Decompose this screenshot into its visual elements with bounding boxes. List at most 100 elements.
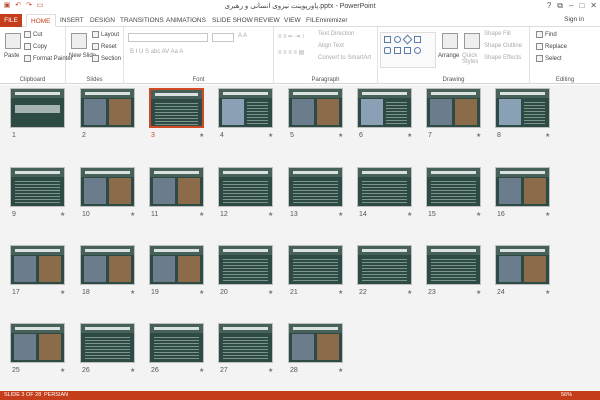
slide-thumbnail[interactable]	[80, 167, 135, 207]
slide-thumbnail[interactable]	[10, 88, 65, 128]
slide-thumbnail[interactable]	[288, 245, 343, 285]
diamond-shape-icon[interactable]	[402, 34, 413, 45]
reset-button[interactable]: Reset	[92, 43, 117, 50]
slide-thumbnail[interactable]	[149, 88, 204, 128]
font-size-box[interactable]	[212, 33, 234, 42]
tab-home[interactable]: HOME	[26, 14, 56, 27]
quick-styles-icon[interactable]	[464, 33, 480, 49]
oval-shape-icon[interactable]	[394, 36, 401, 43]
close-icon[interactable]: ✕	[590, 1, 597, 11]
rectangle-shape-icon[interactable]	[384, 36, 391, 43]
arrange-icon[interactable]	[442, 33, 458, 49]
transition-star-icon[interactable]: ★	[338, 367, 343, 374]
slide-thumbnail[interactable]	[426, 245, 481, 285]
tab-review[interactable]: REVIEW	[250, 14, 284, 27]
slide-thumbnail[interactable]	[149, 323, 204, 363]
maximize-icon[interactable]: □	[579, 1, 584, 11]
slide-thumbnail[interactable]	[80, 323, 135, 363]
convert-smartart-button[interactable]: Convert to SmartArt	[318, 55, 371, 61]
transition-star-icon[interactable]: ★	[338, 289, 343, 296]
slide-thumbnail[interactable]	[288, 323, 343, 363]
slide-thumbnail[interactable]	[357, 167, 412, 207]
transition-star-icon[interactable]: ★	[130, 367, 135, 374]
line-shape-icon[interactable]	[404, 47, 411, 54]
rounded-rect-shape-icon[interactable]	[384, 47, 391, 54]
slide-thumbnail[interactable]	[426, 167, 481, 207]
slide-thumbnail[interactable]	[10, 167, 65, 207]
arrange-button[interactable]: Arrange	[438, 53, 459, 59]
shape-outline-button[interactable]: Shape Outline	[484, 43, 522, 49]
shape-fill-button[interactable]: Shape Fill	[484, 31, 511, 37]
layout-button[interactable]: Layout	[92, 31, 119, 38]
slide-thumbnail[interactable]	[149, 245, 204, 285]
paste-icon[interactable]	[5, 33, 21, 49]
transition-star-icon[interactable]: ★	[60, 367, 65, 374]
font-name-box[interactable]	[128, 33, 208, 42]
transition-star-icon[interactable]: ★	[199, 367, 204, 374]
transition-star-icon[interactable]: ★	[60, 289, 65, 296]
slide-thumbnail[interactable]	[218, 245, 273, 285]
slide-thumbnail[interactable]	[495, 167, 550, 207]
slide-thumbnail[interactable]	[80, 245, 135, 285]
arrow-shape-icon[interactable]	[394, 47, 401, 54]
copy-button[interactable]: Copy	[24, 43, 47, 50]
slide-thumbnail[interactable]	[218, 323, 273, 363]
textbox-shape-icon[interactable]	[414, 36, 421, 43]
transition-star-icon[interactable]: ★	[130, 211, 135, 218]
slide-thumbnail[interactable]	[218, 167, 273, 207]
tab-design[interactable]: DESIGN	[86, 14, 119, 27]
transition-star-icon[interactable]: ★	[476, 132, 481, 139]
minimize-icon[interactable]: –	[569, 1, 573, 11]
slide-thumbnail[interactable]	[495, 245, 550, 285]
transition-star-icon[interactable]: ★	[407, 132, 412, 139]
slide-thumbnail[interactable]	[426, 88, 481, 128]
transition-star-icon[interactable]: ★	[199, 289, 204, 296]
shape-effects-button[interactable]: Shape Effects	[484, 55, 521, 61]
tab-fileminimizer[interactable]: FILEminimizer	[302, 14, 352, 27]
transition-star-icon[interactable]: ★	[199, 211, 204, 218]
transition-star-icon[interactable]: ★	[268, 289, 273, 296]
slide-thumbnail[interactable]	[10, 245, 65, 285]
slide-thumbnail[interactable]	[357, 245, 412, 285]
align-text-button[interactable]: Align Text	[318, 43, 344, 49]
transition-star-icon[interactable]: ★	[199, 132, 204, 139]
list-buttons[interactable]: ≡ ≡ ⇤ ⇥ ↕	[278, 33, 305, 40]
transition-star-icon[interactable]: ★	[60, 211, 65, 218]
transition-star-icon[interactable]: ★	[545, 211, 550, 218]
transition-star-icon[interactable]: ★	[476, 211, 481, 218]
slide-thumbnail[interactable]	[149, 167, 204, 207]
replace-button[interactable]: Replace	[536, 43, 567, 50]
cut-button[interactable]: Cut	[24, 31, 42, 38]
font-format-buttons[interactable]: B I U S abc AV Aa A	[130, 49, 183, 55]
find-button[interactable]: Find	[536, 31, 557, 38]
section-button[interactable]: Section	[92, 55, 121, 62]
sign-in-link[interactable]: Sign in	[564, 16, 584, 23]
tab-file[interactable]: FILE	[0, 14, 22, 27]
transition-star-icon[interactable]: ★	[268, 132, 273, 139]
select-button[interactable]: Select	[536, 55, 562, 62]
transition-star-icon[interactable]: ★	[476, 289, 481, 296]
transition-star-icon[interactable]: ★	[407, 289, 412, 296]
paste-button[interactable]: Paste	[4, 53, 19, 59]
new-slide-icon[interactable]	[71, 33, 87, 49]
tab-view[interactable]: VIEW	[280, 14, 305, 27]
transition-star-icon[interactable]: ★	[268, 211, 273, 218]
transition-star-icon[interactable]: ★	[407, 211, 412, 218]
slide-thumbnail[interactable]	[357, 88, 412, 128]
slide-thumbnail[interactable]	[495, 88, 550, 128]
tab-insert[interactable]: INSERT	[56, 14, 88, 27]
transition-star-icon[interactable]: ★	[338, 132, 343, 139]
tab-animations[interactable]: ANIMATIONS	[162, 14, 210, 27]
zoom-level[interactable]: 56%	[561, 391, 572, 400]
quick-styles-button[interactable]: Quick Styles	[462, 53, 482, 65]
transition-star-icon[interactable]: ★	[545, 132, 550, 139]
text-direction-button[interactable]: Text Direction	[318, 31, 354, 37]
transition-star-icon[interactable]: ★	[545, 289, 550, 296]
font-grow-icon[interactable]: A A	[238, 33, 247, 39]
star-shape-icon[interactable]	[414, 47, 421, 54]
transition-star-icon[interactable]: ★	[338, 211, 343, 218]
tab-transitions[interactable]: TRANSITIONS	[116, 14, 168, 27]
slide-thumbnail[interactable]	[80, 88, 135, 128]
align-buttons[interactable]: ≡ ≡ ≡ ≡ ▤	[278, 49, 304, 56]
slide-thumbnail[interactable]	[10, 323, 65, 363]
